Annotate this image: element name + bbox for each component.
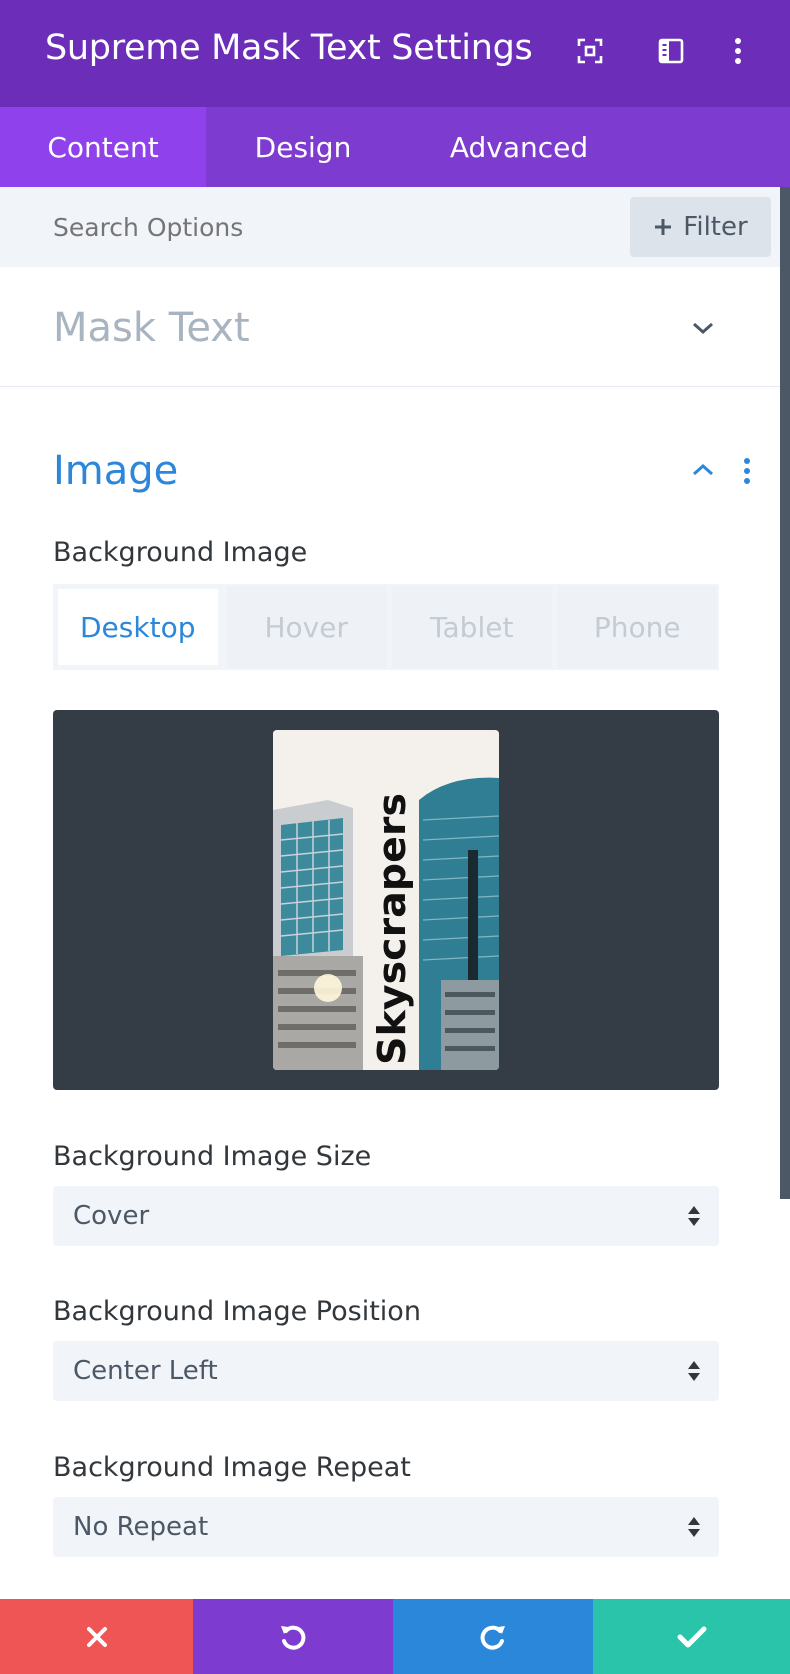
section-title-mask-text[interactable]: Mask Text <box>53 305 250 351</box>
background-image-size-select[interactable]: Cover <box>53 1186 719 1246</box>
device-tab-hover[interactable]: Hover <box>226 586 386 668</box>
search-input[interactable] <box>53 209 553 245</box>
background-image-size-label: Background Image Size <box>53 1141 372 1172</box>
filter-label: Filter <box>683 212 748 242</box>
undo-icon <box>281 1625 306 1650</box>
settings-header: Supreme Mask Text Settings <box>0 0 790 107</box>
chevron-up-icon[interactable] <box>688 455 718 485</box>
tab-advanced[interactable]: Advanced <box>400 107 638 187</box>
redo-icon <box>480 1625 505 1650</box>
more-vertical-icon[interactable] <box>721 34 755 68</box>
split-view-icon[interactable] <box>654 34 688 68</box>
background-image-repeat-value: No Repeat <box>73 1512 209 1542</box>
background-image-position-value: Center Left <box>73 1356 218 1386</box>
undo-button[interactable] <box>193 1599 393 1674</box>
focus-icon[interactable] <box>573 34 607 68</box>
section-more-icon[interactable] <box>735 454 759 488</box>
background-image-size-value: Cover <box>73 1201 150 1231</box>
settings-tabs: Content Design Advanced <box>0 107 790 187</box>
background-image-label: Background Image <box>53 537 308 568</box>
device-tab-desktop[interactable]: Desktop <box>55 586 221 668</box>
device-tab-tablet[interactable]: Tablet <box>392 586 552 668</box>
page-title: Supreme Mask Text Settings <box>45 28 533 68</box>
save-button[interactable] <box>593 1599 790 1674</box>
select-arrows-icon <box>688 1517 700 1537</box>
discard-button[interactable] <box>0 1599 193 1674</box>
close-icon <box>86 1626 107 1647</box>
skyscrapers-image: Skyscrapers <box>273 730 499 1070</box>
background-image-repeat-select[interactable]: No Repeat <box>53 1497 719 1557</box>
chevron-down-icon[interactable] <box>688 313 718 343</box>
section-mask-text[interactable]: Mask Text <box>0 267 780 387</box>
background-image-preview[interactable]: Skyscrapers <box>53 710 719 1090</box>
thumbnail-text: Skyscrapers <box>370 793 414 1065</box>
image-thumbnail: Skyscrapers <box>273 730 499 1070</box>
tab-content[interactable]: Content <box>0 107 206 187</box>
filter-button[interactable]: Filter <box>630 197 771 257</box>
redo-button[interactable] <box>393 1599 593 1674</box>
background-image-position-label: Background Image Position <box>53 1296 421 1327</box>
device-tab-phone[interactable]: Phone <box>557 586 717 668</box>
footer-actions <box>0 1599 790 1674</box>
background-image-repeat-label: Background Image Repeat <box>53 1452 411 1483</box>
tab-design[interactable]: Design <box>206 107 400 187</box>
select-arrows-icon <box>688 1206 700 1226</box>
search-bar: Filter <box>0 187 790 267</box>
plus-icon <box>655 219 672 235</box>
background-image-position-select[interactable]: Center Left <box>53 1341 719 1401</box>
checkmark-icon <box>677 1626 706 1647</box>
scrollbar[interactable] <box>780 187 790 1199</box>
select-arrows-icon <box>688 1361 700 1381</box>
device-tabs: Desktop Hover Tablet Phone <box>53 584 719 670</box>
section-title-image[interactable]: Image <box>53 448 178 494</box>
